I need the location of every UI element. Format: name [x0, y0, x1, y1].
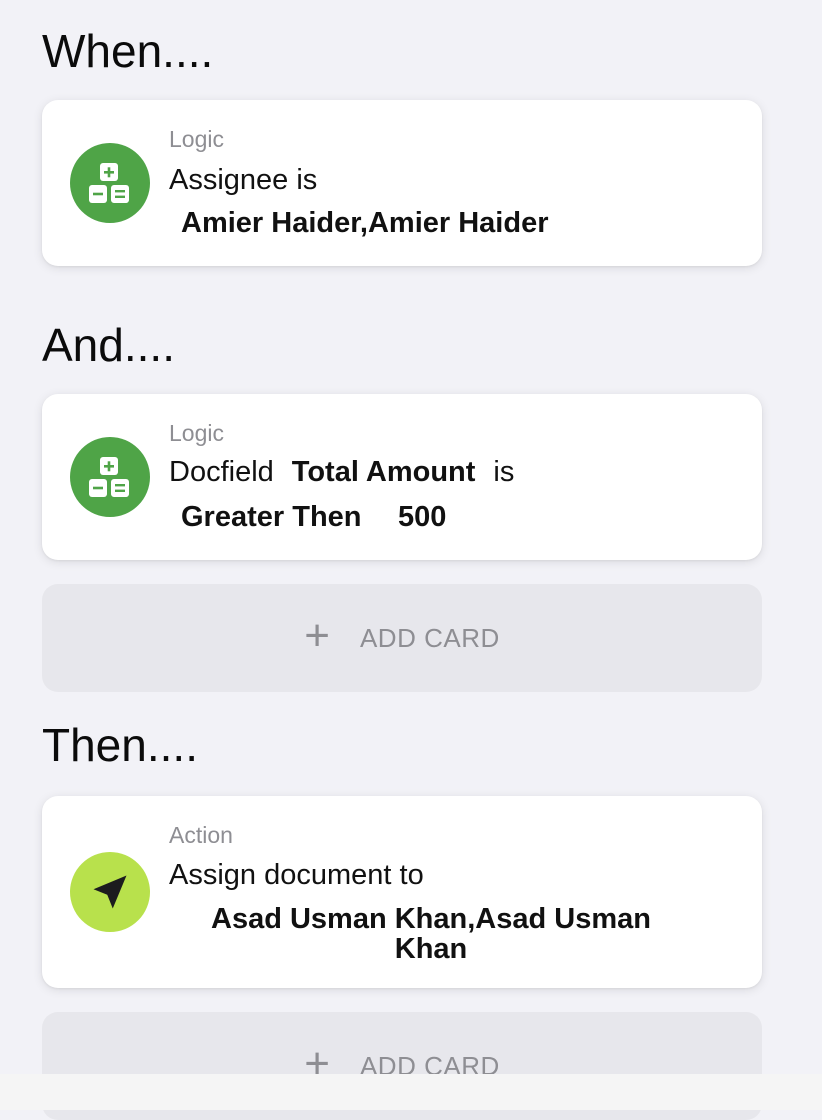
operator-value: Greater Then — [181, 501, 362, 533]
condition-text: Assignee is — [169, 164, 318, 196]
action-text: Assign document to — [169, 859, 424, 891]
condition-text: Docfield Total Amount is — [169, 458, 514, 487]
is-label: is — [493, 456, 515, 488]
operand-value: 500 — [398, 501, 447, 533]
assignee-value-line2: Khan — [394, 933, 468, 965]
when-heading: When.... — [42, 25, 214, 77]
docfield-label: Docfield — [169, 456, 274, 488]
and-logic-card[interactable]: Logic Docfield Total Amount is Greater The… — [42, 394, 762, 560]
then-action-card[interactable]: Action Assign document to Asad Usman Kha… — [42, 796, 762, 988]
card-type-label: Logic — [169, 126, 224, 152]
and-heading: And.... — [42, 319, 175, 371]
navigation-arrow-icon — [70, 852, 150, 932]
then-heading: Then.... — [42, 719, 198, 771]
assignee-value: Amier Haider,Amier Haider — [181, 207, 549, 239]
card-type-label: Logic — [169, 420, 224, 446]
card-type-label: Action — [169, 822, 233, 848]
bottom-bar — [0, 1074, 822, 1110]
calculator-icon — [70, 437, 150, 517]
add-card-button[interactable]: + ADD CARD — [42, 584, 762, 692]
add-card-label: ADD CARD — [359, 622, 500, 653]
field-name: Total Amount — [291, 456, 476, 488]
calculator-icon — [70, 143, 150, 223]
plus-icon: + — [304, 611, 330, 660]
assignee-value: Asad Usman Khan,Asad Usman Khan — [206, 904, 656, 964]
when-logic-card[interactable]: Logic Assignee is Amier Haider,Amier Hai… — [42, 100, 762, 266]
assignee-value-line1: Asad Usman Khan,Asad Usman — [211, 903, 651, 935]
